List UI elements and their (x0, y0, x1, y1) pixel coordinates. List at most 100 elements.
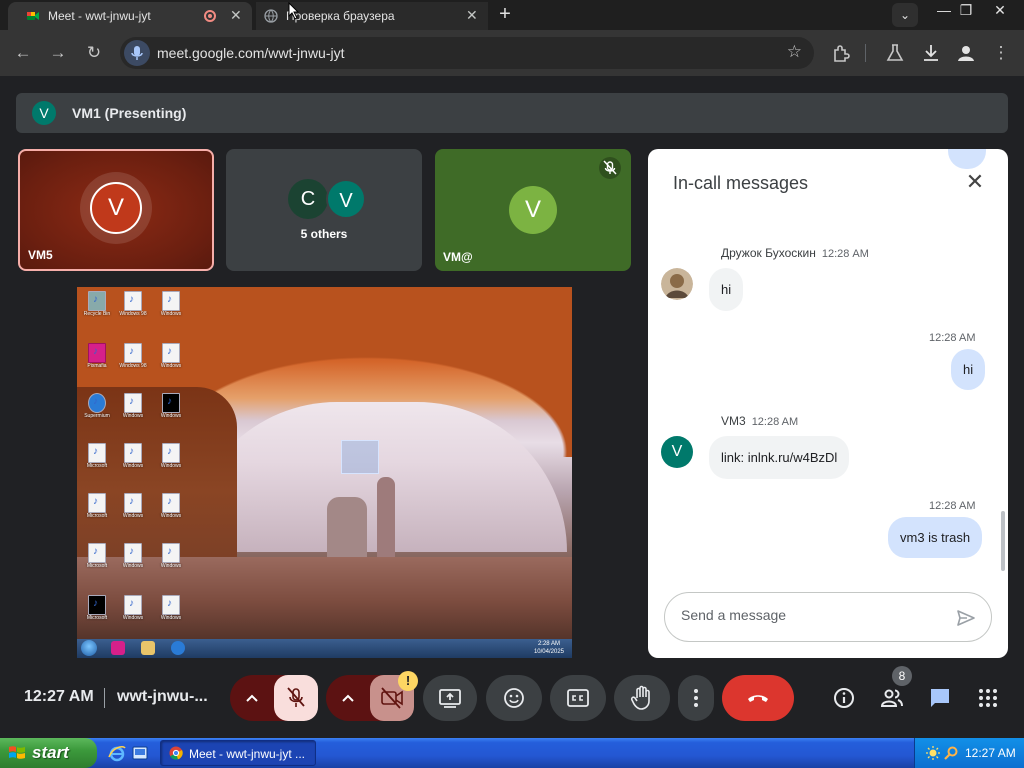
meeting-code[interactable]: wwt-jnwu-... (117, 688, 208, 706)
shared-screen-clock: 2:28 AM 10/04/2025 (534, 640, 564, 656)
camera-warning-badge[interactable]: ! (398, 671, 418, 691)
close-chat-button[interactable]: ✕ (962, 169, 988, 195)
desktop-icon: Microsoft (79, 543, 115, 569)
activities-grid-icon[interactable] (976, 686, 1000, 710)
windows-logo-icon (9, 746, 25, 759)
desktop-icon: Windows (115, 543, 151, 569)
leave-call-button[interactable] (722, 675, 794, 721)
close-tab-icon[interactable]: ✕ (230, 7, 242, 24)
url-text: meet.google.com/wwt-jnwu-jyt (157, 45, 345, 61)
start-button[interactable]: start (0, 738, 97, 768)
taskbar-clock[interactable]: 12:27 AM (965, 746, 1016, 760)
start-label: start (32, 743, 69, 762)
chat-input-box[interactable] (664, 592, 992, 642)
browser-icon (171, 641, 185, 655)
tab-title: Проверка браузера (286, 9, 395, 23)
captions-button[interactable] (550, 675, 606, 721)
others-count-label: 5 others (300, 227, 348, 241)
microphone-toggle-button[interactable] (274, 675, 318, 721)
participant-name: VM@ (443, 250, 473, 264)
chat-timestamp: 12:28 AM (929, 332, 976, 344)
browser-menu-icon[interactable]: ⋮ (990, 42, 1012, 64)
taskbar-window-label: Meet - wwt-jnwu-jyt ... (189, 747, 306, 761)
microphone-control-group (230, 675, 318, 721)
new-tab-button[interactable]: + (494, 4, 516, 26)
chat-message-input[interactable] (681, 607, 951, 623)
microphone-icon (131, 46, 143, 60)
participant-name: VM5 (28, 248, 53, 262)
people-icon[interactable] (880, 686, 904, 710)
audio-settings-button[interactable] (230, 675, 274, 721)
desktop-icon: Windows (115, 493, 151, 519)
mouse-cursor-icon (288, 2, 300, 20)
profile-icon[interactable] (955, 42, 977, 64)
download-icon[interactable] (920, 42, 942, 64)
avatar: C (288, 179, 328, 219)
desktop-icon: Windows (153, 393, 189, 419)
reload-icon[interactable]: ↻ (83, 42, 105, 64)
windows-taskbar: start Meet - wwt-jnwu-jyt ... 12:27 AM (0, 738, 1024, 768)
divider (104, 688, 105, 708)
chat-sender-name: VM3 (721, 414, 746, 428)
video-settings-button[interactable] (326, 675, 370, 721)
avatar: V (661, 436, 693, 468)
tab-meet[interactable]: Meet - wwt-jnwu-jyt ✕ (8, 2, 252, 30)
send-reaction-button[interactable] (486, 675, 542, 721)
labs-flask-icon[interactable] (884, 42, 906, 64)
raise-hand-button[interactable] (614, 675, 670, 721)
recording-indicator-icon (204, 10, 216, 22)
chat-message-outgoing: vm3 is trash (888, 517, 983, 558)
close-tab-icon[interactable]: ✕ (466, 7, 478, 24)
chat-timestamp: 12:28 AM (821, 248, 869, 260)
avatar: V (32, 101, 56, 125)
show-desktop-icon[interactable] (130, 743, 150, 763)
internet-explorer-icon[interactable] (107, 743, 127, 763)
taskbar-window-button[interactable]: Meet - wwt-jnwu-jyt ... (160, 740, 316, 766)
participant-tile-vmat[interactable]: V VM@ (435, 149, 631, 271)
back-icon[interactable]: ← (12, 42, 34, 64)
captions-icon (567, 689, 589, 707)
tray-search-icon[interactable] (943, 745, 959, 761)
address-bar[interactable]: meet.google.com/wwt-jnwu-jyt ☆ (120, 37, 814, 69)
meeting-details-icon[interactable] (832, 686, 856, 710)
desktop-icon: Windows 98 (115, 291, 151, 317)
desktop-icon: Windows (153, 595, 189, 621)
shared-screen-taskbar: 2:28 AM 10/04/2025 (77, 639, 572, 658)
desktop-icon: Windows (153, 543, 189, 569)
chat-panel: In-call messages ✕ Дружок Бухоскин 12:28 … (648, 149, 1008, 658)
meeting-clock: 12:27 AM (24, 688, 94, 705)
participant-tile-vm5[interactable]: V VM5 (18, 149, 214, 271)
more-vert-icon (694, 689, 698, 707)
tab-search-button[interactable]: ⌄ (892, 3, 918, 27)
close-window-button[interactable]: ✕ (986, 2, 1014, 20)
shared-screen: Recycle Bin Windows 98 Windows Pixmafia … (77, 287, 572, 658)
presenting-label: VM1 (Presenting) (72, 105, 187, 121)
chat-icon[interactable] (928, 686, 952, 710)
participant-tile-others[interactable]: C V 5 others (226, 149, 422, 271)
site-info-button[interactable] (124, 40, 150, 66)
desktop-icon: Windows (115, 595, 151, 621)
tray-sun-icon[interactable] (925, 745, 941, 761)
tab-title: Meet - wwt-jnwu-jyt (48, 9, 151, 23)
hang-up-icon (748, 695, 768, 702)
avatar: V (326, 179, 366, 219)
more-options-button[interactable] (678, 675, 714, 721)
desktop-icon: Microsoft (79, 493, 115, 519)
chat-message-incoming[interactable]: link: inlnk.ru/w4BzDl (709, 436, 850, 479)
forward-icon[interactable]: → (47, 42, 69, 64)
send-icon[interactable] (955, 607, 977, 629)
chevron-up-icon (342, 694, 354, 702)
present-screen-button[interactable] (423, 675, 477, 721)
desktop-icon: Pixmafia (79, 343, 115, 369)
extensions-icon[interactable] (830, 42, 852, 64)
meet-main: V VM1 (Presenting) V VM5 C V 5 others V … (0, 76, 1024, 734)
bookmark-star-icon[interactable]: ☆ (787, 42, 802, 62)
chat-scrollbar[interactable] (1001, 511, 1005, 571)
restore-button[interactable]: ❐ (952, 2, 980, 20)
desktop-icon: Windows (115, 393, 151, 419)
windows-orb-icon (81, 640, 97, 656)
mic-off-icon (287, 687, 305, 707)
chat-bubble-partial (948, 149, 986, 169)
muted-mic-icon (599, 157, 621, 179)
shared-screen-time: 2:28 AM (537, 641, 560, 647)
